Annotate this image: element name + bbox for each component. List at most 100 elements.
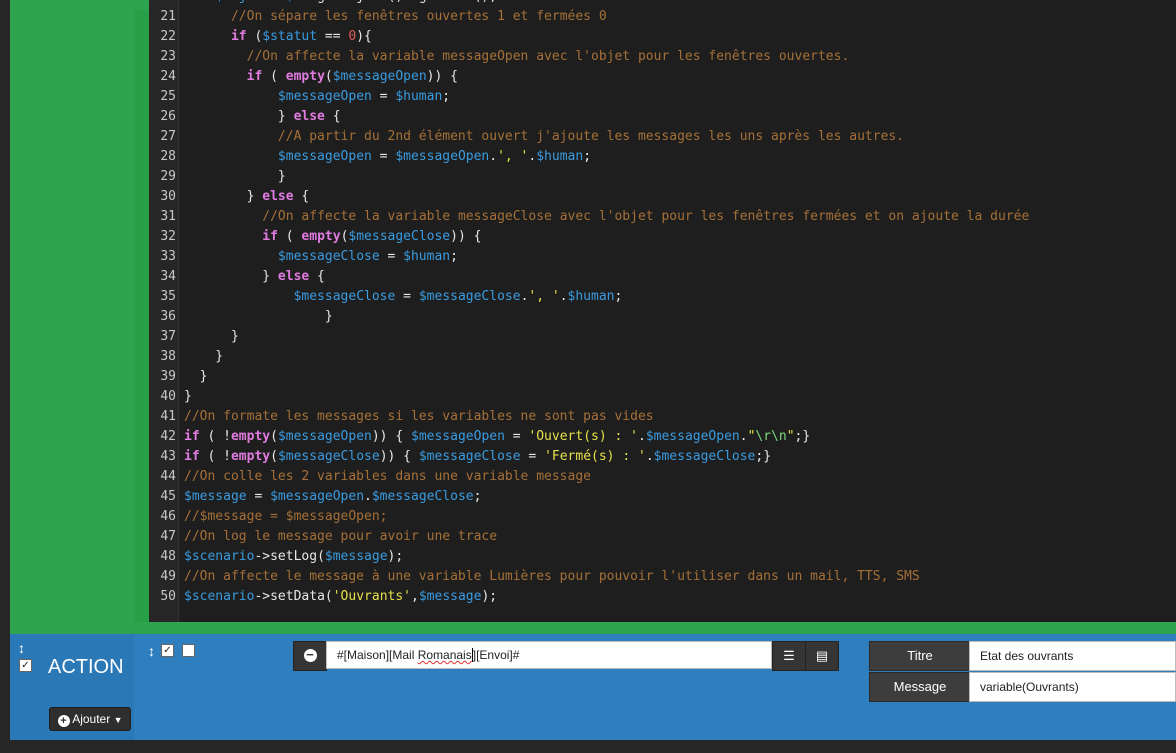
command-text-end: ][Envoi]# [472, 648, 520, 662]
add-button-label: Ajouter [72, 712, 111, 726]
code-line-text: } [184, 349, 224, 364]
select-options-button[interactable]: ☰ [772, 641, 806, 671]
code-line[interactable]: 20 $objet = $i->getObject()->getName(); [149, 0, 1176, 7]
line-number: 26 [160, 109, 176, 124]
code-line[interactable]: 50 $scenario->setData('Ouvrants',$message… [149, 587, 1176, 607]
code-line-text: $objet = $i->getObject()->getName(); [184, 0, 497, 7]
code-line[interactable]: 21 //On sépare les fenêtres ouvertes 1 e… [149, 7, 1176, 27]
command-text-misspelled: Romanais [417, 648, 472, 662]
line-number: 45 [160, 489, 176, 504]
action-title: ACTION [48, 656, 124, 678]
action-enable-checkbox[interactable]: ✓ [19, 659, 32, 672]
code-line-text: $scenario->setLog($message); [184, 549, 404, 564]
code-line-text: //On affecte la variable messageClose av… [262, 209, 1030, 224]
remove-action-button[interactable]: − [293, 641, 327, 671]
line-number: 32 [160, 229, 176, 244]
code-line[interactable]: 30 } else { [149, 187, 1176, 207]
code-line-text: if ( !empty($messageClose)) { $messageCl… [184, 449, 772, 464]
code-line-text: //On formate les messages si les variabl… [184, 409, 654, 424]
line-number: 20 [149, 0, 176, 7]
list-alt-icon: ▤ [815, 648, 829, 663]
list-check-icon: ☰ [783, 648, 795, 663]
code-line-text: $messageClose = $human; [277, 249, 458, 264]
code-line-text: } [184, 329, 239, 344]
code-line[interactable]: 35 $messageClose = $messageClose.', '.$h… [149, 287, 1176, 307]
code-line[interactable]: 36 } [149, 307, 1176, 327]
code-line-text: } else { [184, 269, 325, 284]
code-line-text: //$message = $messageOpen; [184, 509, 388, 524]
line-number: 40 [160, 389, 176, 404]
add-button[interactable]: + Ajouter ▼ [49, 707, 131, 731]
code-line-text: if ( empty($messageOpen)) { [246, 69, 458, 84]
drag-handle-icon[interactable]: ↕ [18, 640, 25, 656]
line-number: 43 [160, 449, 176, 464]
code-line-text: $messageOpen = $messageOpen.', '.$human; [277, 149, 592, 164]
message-label: Message [869, 672, 971, 702]
code-line[interactable]: 31 //On affecte la variable messageClose… [149, 207, 1176, 227]
code-line[interactable]: 23 //On affecte la variable messageOpen … [149, 47, 1176, 67]
titre-field[interactable]: Etat des ouvrants [969, 641, 1176, 671]
code-content[interactable]: 20 $objet = $i->getObject()->getName();2… [149, 0, 1176, 607]
code-line-text: //A partir du 2nd élément ouvert j'ajout… [277, 129, 905, 144]
minus-icon: − [303, 648, 317, 662]
code-line-text: $messageOpen = $human; [277, 89, 451, 104]
code-line[interactable]: 28 $messageOpen = $messageOpen.', '.$hum… [149, 147, 1176, 167]
code-line[interactable]: 38 } [149, 347, 1176, 367]
subaction-drag-handle-icon[interactable]: ↕ [148, 643, 155, 659]
code-line-text: $message = $messageOpen.$messageClose; [184, 489, 482, 504]
code-line[interactable]: 43 if ( !empty($messageClose)) { $message… [149, 447, 1176, 467]
code-line[interactable]: 34 } else { [149, 267, 1176, 287]
code-line[interactable]: 24 if ( empty($messageOpen)) { [149, 67, 1176, 87]
code-line[interactable]: 33 $messageClose = $human; [149, 247, 1176, 267]
message-field[interactable]: variable(Ouvrants) [969, 672, 1176, 702]
code-line-text: if ( !empty($messageOpen)) { $messageOpe… [184, 429, 811, 444]
code-line[interactable]: 41 //On formate les messages si les varia… [149, 407, 1176, 427]
code-line[interactable]: 32 if ( empty($messageClose)) { [149, 227, 1176, 247]
line-number: 25 [160, 89, 176, 104]
code-line[interactable]: 49 //On affecte le message à une variable… [149, 567, 1176, 587]
subaction-parallel-checkbox[interactable] [182, 644, 195, 657]
line-number: 35 [160, 289, 176, 304]
line-number: 27 [160, 129, 176, 144]
code-line-text: //On sépare les fenêtres ouvertes 1 et f… [230, 9, 607, 24]
code-editor[interactable]: 20 $objet = $i->getObject()->getName();2… [149, 0, 1176, 622]
line-number: 41 [160, 409, 176, 424]
line-number: 21 [160, 9, 176, 24]
code-line[interactable]: 29 } [149, 167, 1176, 187]
line-number: 29 [160, 169, 176, 184]
code-line-text: } [184, 389, 192, 404]
code-line[interactable]: 47 //On log le message pour avoir une tra… [149, 527, 1176, 547]
command-input[interactable]: #[Maison][Mail Romanais][Envoi]# [326, 641, 772, 669]
code-line[interactable]: 44 //On colle les 2 variables dans une va… [149, 467, 1176, 487]
line-number: 31 [160, 209, 176, 224]
code-block-frame [10, 0, 135, 622]
code-line-text: //On log le message pour avoir une trace [184, 529, 498, 544]
code-line[interactable]: 27 //A partir du 2nd élément ouvert j'aj… [149, 127, 1176, 147]
line-number: 34 [160, 269, 176, 284]
line-number: 49 [160, 569, 176, 584]
subaction-enable-checkbox[interactable]: ✓ [161, 644, 174, 657]
code-line[interactable]: 39 } [149, 367, 1176, 387]
code-line[interactable]: 45 $message = $messageOpen.$messageClose; [149, 487, 1176, 507]
code-line[interactable]: 48 $scenario->setLog($message); [149, 547, 1176, 567]
line-number: 30 [160, 189, 176, 204]
code-line-text: if ( empty($messageClose)) { [262, 229, 482, 244]
line-number: 36 [160, 309, 176, 324]
code-line[interactable]: 26 } else { [149, 107, 1176, 127]
code-line[interactable]: 25 $messageOpen = $human; [149, 87, 1176, 107]
code-block-inner-border [135, 10, 149, 622]
code-line-text: } [184, 369, 208, 384]
line-number: 33 [160, 249, 176, 264]
caret-down-icon: ▼ [113, 715, 123, 725]
code-line[interactable]: 37 } [149, 327, 1176, 347]
code-line-text: //On affecte la variable messageOpen ave… [246, 49, 850, 64]
code-line[interactable]: 40} [149, 387, 1176, 407]
code-line-text: } [184, 309, 333, 324]
code-line[interactable]: 22 if ($statut == 0){ [149, 27, 1176, 47]
code-line[interactable]: 42 if ( !empty($messageOpen)) { $messageO… [149, 427, 1176, 447]
line-number: 22 [160, 29, 176, 44]
line-number: 47 [160, 529, 176, 544]
select-command-button[interactable]: ▤ [805, 641, 839, 671]
bottom-background [0, 740, 1176, 753]
code-line[interactable]: 46 //$message = $messageOpen; [149, 507, 1176, 527]
